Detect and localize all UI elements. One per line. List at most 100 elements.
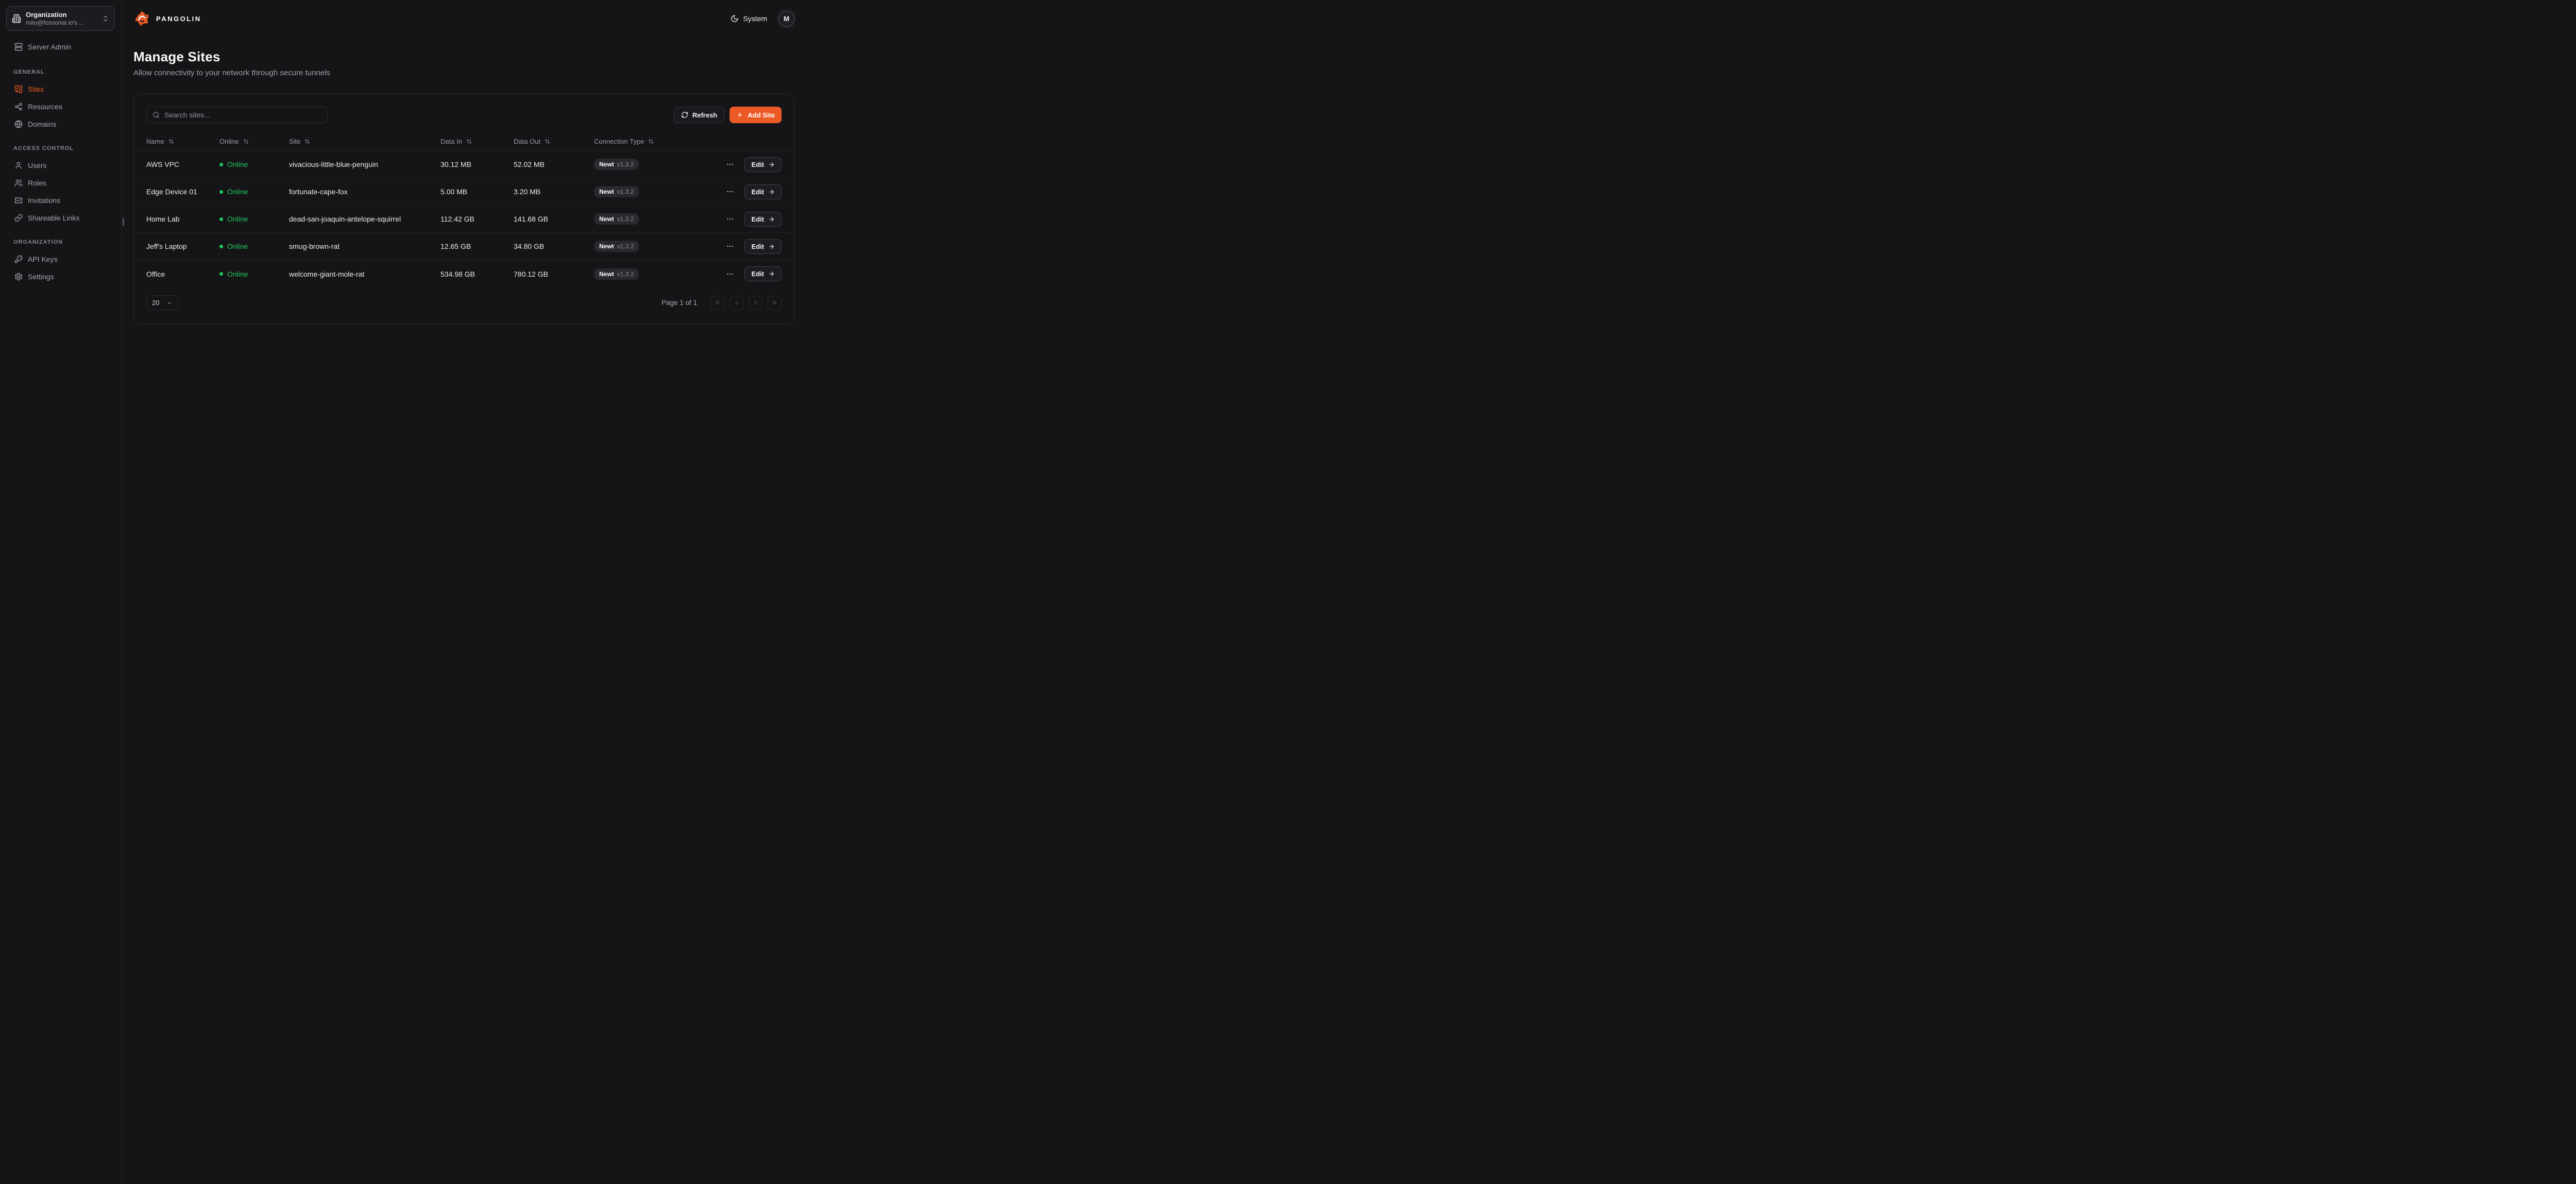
sidebar-section-access-control: ACCESS CONTROL <box>0 145 121 151</box>
column-header-site[interactable]: Site <box>289 138 440 145</box>
data-out-cell: 52.02 MB <box>514 160 594 168</box>
add-site-button[interactable]: Add Site <box>730 107 782 123</box>
edit-button-label: Edit <box>751 243 764 250</box>
sidebar-item-label: Domains <box>28 120 56 128</box>
column-header-data-out[interactable]: Data Out <box>514 138 594 145</box>
column-header-label: Name <box>146 138 164 145</box>
data-in-cell: 30.12 MB <box>440 160 514 168</box>
more-actions-button[interactable] <box>726 215 734 223</box>
sidebar-item-settings[interactable]: Settings <box>0 268 121 285</box>
sidebar-item-invitations[interactable]: Invitations <box>0 192 121 209</box>
avatar[interactable]: M <box>778 11 794 27</box>
prev-page-button[interactable] <box>730 296 743 310</box>
ticket-check-icon <box>14 196 23 205</box>
table-header-row: Name Online Site Data In Data Out <box>134 132 794 151</box>
row-actions: Edit <box>707 184 794 199</box>
first-page-button[interactable] <box>710 296 724 310</box>
sort-icon <box>304 139 310 144</box>
link-icon <box>14 214 23 222</box>
table-row: AWS VPC Online vivacious-little-blue-pen… <box>134 151 794 178</box>
column-header-data-in[interactable]: Data In <box>440 138 514 145</box>
sidebar-item-resources[interactable]: Resources <box>0 98 121 115</box>
sidebar-scrollbar-thumb[interactable] <box>123 218 124 226</box>
site-id-cell: vivacious-little-blue-penguin <box>289 160 440 168</box>
card-footer: 20 Page 1 of 1 <box>134 287 794 310</box>
connection-type-cell: Newt v1.3.2 <box>594 241 707 252</box>
arrow-right-icon <box>768 161 775 168</box>
edit-button-label: Edit <box>751 270 764 278</box>
site-name-cell: Jeff's Laptop <box>134 242 219 250</box>
organization-selector[interactable]: Organization milo@fossorial.io's ... <box>6 6 115 31</box>
column-header-connection-type[interactable]: Connection Type <box>594 138 707 145</box>
sidebar-item-roles[interactable]: Roles <box>0 174 121 192</box>
more-actions-button[interactable] <box>726 270 734 278</box>
data-in-cell: 12.65 GB <box>440 242 514 250</box>
connection-type-badge: Newt v1.3.2 <box>594 159 639 170</box>
sidebar-item-label: Roles <box>28 179 46 187</box>
sidebar-item-shareable-links[interactable]: Shareable Links <box>0 209 121 227</box>
site-id-cell: dead-san-joaquin-antelope-squirrel <box>289 215 440 223</box>
sidebar-item-label: Users <box>28 161 47 170</box>
sidebar-item-label: Invitations <box>28 196 60 205</box>
online-dot-icon <box>219 163 223 166</box>
column-header-label: Data Out <box>514 138 540 145</box>
refresh-button[interactable]: Refresh <box>674 107 724 123</box>
client-name: Newt <box>599 215 614 223</box>
online-dot-icon <box>219 217 223 221</box>
next-page-button[interactable] <box>749 296 762 310</box>
online-dot-icon <box>219 190 223 194</box>
sidebar-item-api-keys[interactable]: API Keys <box>0 250 121 268</box>
sidebar-item-label: API Keys <box>28 255 58 263</box>
site-name-cell: Home Lab <box>134 215 219 223</box>
page-subtitle: Allow connectivity to your network throu… <box>133 69 794 77</box>
pangolin-logo-icon <box>133 10 151 27</box>
sidebar-item-server-admin[interactable]: Server Admin <box>0 38 121 56</box>
edit-button[interactable]: Edit <box>744 184 782 199</box>
sort-icon <box>168 139 174 144</box>
client-version: v1.3.2 <box>617 215 634 223</box>
sort-icon <box>545 139 550 144</box>
edit-button[interactable]: Edit <box>744 266 782 281</box>
main-content: PANGOLIN System M Manage Sites Allow con… <box>122 0 808 366</box>
key-icon <box>14 255 23 263</box>
server-icon <box>14 43 23 51</box>
sites-card: Refresh Add Site Name Online <box>133 94 794 325</box>
sidebar-item-users[interactable]: Users <box>0 157 121 174</box>
data-out-cell: 34.80 GB <box>514 242 594 250</box>
online-status-label: Online <box>227 160 248 168</box>
sort-icon <box>466 139 472 144</box>
search-input[interactable] <box>164 111 321 119</box>
sidebar-item-domains[interactable]: Domains <box>0 115 121 133</box>
theme-toggle[interactable]: System <box>731 14 767 23</box>
column-header-online[interactable]: Online <box>219 138 289 145</box>
sidebar-item-label: Sites <box>28 85 44 93</box>
last-page-button[interactable] <box>768 296 782 310</box>
edit-button[interactable]: Edit <box>744 239 782 254</box>
more-actions-button[interactable] <box>726 242 734 250</box>
data-out-cell: 141.68 GB <box>514 215 594 223</box>
more-actions-button[interactable] <box>726 160 734 168</box>
connection-type-badge: Newt v1.3.2 <box>594 186 639 197</box>
sites-table: Name Online Site Data In Data Out <box>134 132 794 287</box>
chevrons-left-icon <box>714 299 721 306</box>
column-header-label: Connection Type <box>594 138 644 145</box>
row-actions: Edit <box>707 212 794 227</box>
edit-button[interactable]: Edit <box>744 212 782 227</box>
building-icon <box>12 14 21 23</box>
sidebar-item-sites[interactable]: Sites <box>0 80 121 98</box>
edit-button[interactable]: Edit <box>744 157 782 172</box>
client-version: v1.3.2 <box>617 161 634 168</box>
page-size-select[interactable]: 20 <box>146 295 178 310</box>
globe-icon <box>14 120 23 128</box>
sidebar-item-label: Server Admin <box>28 43 71 51</box>
client-name: Newt <box>599 270 614 278</box>
client-name: Newt <box>599 243 614 250</box>
client-version: v1.3.2 <box>617 270 634 278</box>
share-icon <box>14 103 23 111</box>
arrow-right-icon <box>768 216 775 223</box>
arrow-right-icon <box>768 243 775 250</box>
column-header-name[interactable]: Name <box>134 138 219 145</box>
more-actions-button[interactable] <box>726 188 734 196</box>
pager-buttons <box>710 296 782 310</box>
sort-icon <box>243 139 249 144</box>
